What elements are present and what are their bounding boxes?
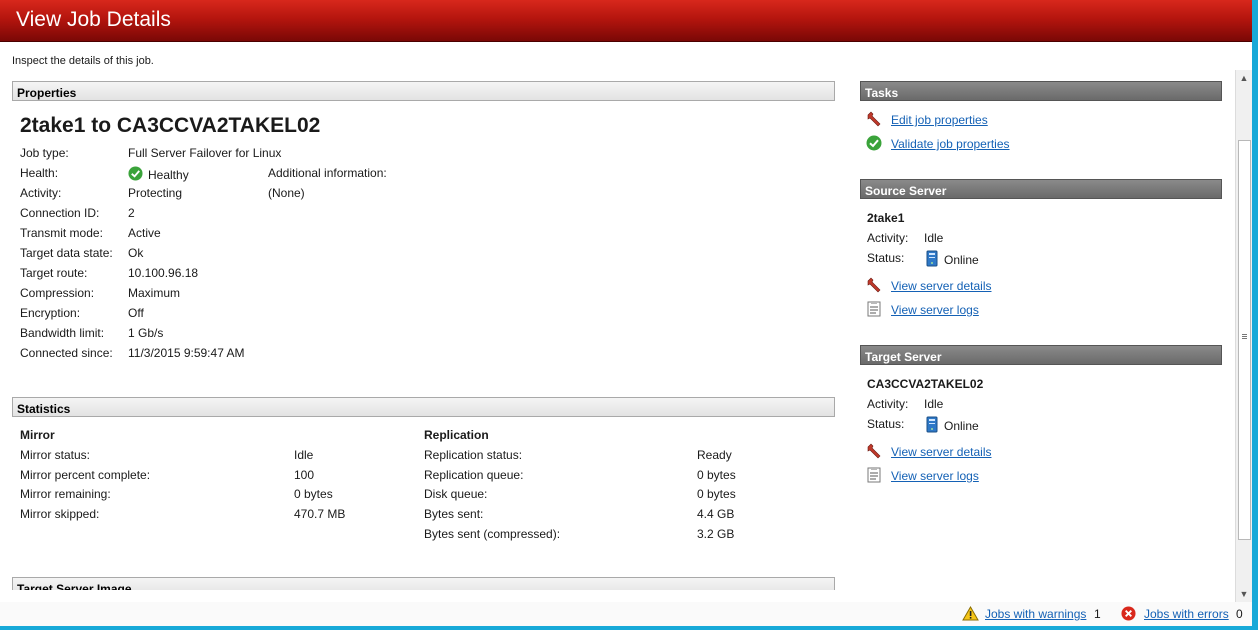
scroll-down-arrow-icon[interactable]: ▼ — [1236, 586, 1252, 602]
stat-value: 0 bytes — [697, 468, 736, 482]
source-activity-value: Idle — [924, 231, 944, 245]
log-file-icon — [867, 467, 881, 486]
scroll-thumb[interactable] — [1238, 140, 1251, 540]
stat-label: Bytes sent: — [424, 507, 484, 521]
wrench-icon — [866, 111, 882, 130]
grip-icon — [1242, 334, 1247, 335]
additional-info-value: (None) — [268, 186, 305, 200]
target-server-header: Target Server — [860, 345, 1222, 365]
window-title: View Job Details — [16, 8, 171, 31]
prop-label: Health: — [20, 166, 59, 180]
errors-count: 0 — [1236, 607, 1243, 621]
stat-value: 0 bytes — [294, 487, 333, 501]
prop-label: Bandwidth limit: — [20, 326, 105, 340]
target-view-server-details-link[interactable]: View server details — [891, 445, 992, 459]
prop-label: Transmit mode: — [20, 226, 103, 240]
stat-label: Mirror status: — [20, 448, 91, 462]
stat-label: Replication status: — [424, 448, 523, 462]
prop-label: Compression: — [20, 286, 95, 300]
source-view-server-details-link[interactable]: View server details — [891, 279, 992, 293]
source-view-server-logs-link[interactable]: View server logs — [891, 303, 979, 317]
prop-label: Job type: — [20, 146, 69, 160]
prop-value: Ok — [128, 246, 144, 260]
prop-value: 11/3/2015 9:59:47 AM — [128, 346, 245, 360]
warnings-count: 1 — [1094, 607, 1101, 621]
prop-value: Maximum — [128, 286, 181, 300]
prop-label: Activity: — [20, 186, 62, 200]
warning-icon — [962, 605, 979, 624]
stat-value: Idle — [294, 448, 314, 462]
health-value: Healthy — [148, 168, 189, 182]
prop-value: Off — [128, 306, 144, 320]
intro-text: Inspect the details of this job. — [12, 55, 154, 67]
source-status-label: Status: — [867, 251, 905, 265]
stat-label: Disk queue: — [424, 487, 488, 501]
stat-value: Ready — [697, 448, 732, 462]
stat-value: 0 bytes — [697, 487, 736, 501]
target-image-section: Target Server Image — [12, 577, 835, 590]
log-file-icon — [867, 301, 881, 320]
prop-value: Protecting — [128, 186, 183, 200]
job-title: 2take1 to CA3CCVA2TAKEL02 — [20, 114, 321, 137]
wrench-icon — [866, 277, 882, 296]
title-bar: View Job Details — [0, 0, 1252, 42]
prop-label: Target data state: — [20, 246, 113, 260]
source-status-value: Online — [944, 253, 979, 267]
target-server-name: CA3CCVA2TAKEL02 — [867, 377, 984, 391]
window-edge-right — [1252, 0, 1258, 630]
prop-label: Connected since: — [20, 346, 113, 360]
mirror-title: Mirror — [20, 428, 55, 442]
prop-label: Encryption: — [20, 306, 81, 320]
server-online-icon — [926, 250, 938, 270]
target-activity-value: Idle — [924, 397, 944, 411]
jobs-with-warnings-link[interactable]: Jobs with warnings — [985, 607, 1086, 621]
stat-value: 470.7 MB — [294, 507, 346, 521]
edit-job-properties-link[interactable]: Edit job properties — [891, 113, 988, 127]
target-status-label: Status: — [867, 417, 905, 431]
jobs-with-errors-link[interactable]: Jobs with errors — [1144, 607, 1229, 621]
prop-label: Target route: — [20, 266, 88, 280]
server-online-icon — [926, 416, 938, 436]
prop-label: Connection ID: — [20, 206, 100, 220]
stat-label: Replication queue: — [424, 468, 524, 482]
error-icon — [1121, 606, 1136, 624]
source-server-header: Source Server — [860, 179, 1222, 199]
tasks-header: Tasks — [860, 81, 1222, 101]
stat-label: Mirror remaining: — [20, 487, 111, 501]
stat-value: 4.4 GB — [697, 507, 735, 521]
prop-value: 2 — [128, 206, 135, 220]
window-edge-bottom — [0, 626, 1258, 630]
status-bar: Jobs with warnings 1 Jobs with errors 0 — [0, 602, 1252, 626]
scroll-up-arrow-icon[interactable]: ▲ — [1236, 70, 1252, 86]
stat-label: Mirror percent complete: — [20, 468, 151, 482]
stat-value: 3.2 GB — [697, 527, 735, 541]
source-activity-label: Activity: — [867, 231, 909, 245]
check-icon — [866, 135, 882, 154]
healthy-check-icon — [128, 166, 143, 184]
properties-header: Properties — [12, 81, 835, 101]
source-server-name: 2take1 — [867, 211, 905, 225]
target-activity-label: Activity: — [867, 397, 909, 411]
prop-value: 1 Gb/s — [128, 326, 164, 340]
prop-value: Active — [128, 226, 161, 240]
prop-value: Full Server Failover for Linux — [128, 146, 282, 160]
replication-title: Replication — [424, 428, 489, 442]
stat-label: Mirror skipped: — [20, 507, 100, 521]
stat-value: 100 — [294, 468, 315, 482]
target-view-server-logs-link[interactable]: View server logs — [891, 469, 979, 483]
target-image-header: Target Server Image — [12, 577, 835, 590]
vertical-scrollbar[interactable]: ▲ ▼ — [1235, 70, 1252, 602]
additional-info-label: Additional information: — [268, 166, 387, 180]
target-status-value: Online — [944, 419, 979, 433]
wrench-icon — [866, 443, 882, 462]
stat-label: Bytes sent (compressed): — [424, 527, 561, 541]
validate-job-properties-link[interactable]: Validate job properties — [891, 137, 1010, 151]
statistics-header: Statistics — [12, 397, 835, 417]
prop-value: 10.100.96.18 — [128, 266, 199, 280]
